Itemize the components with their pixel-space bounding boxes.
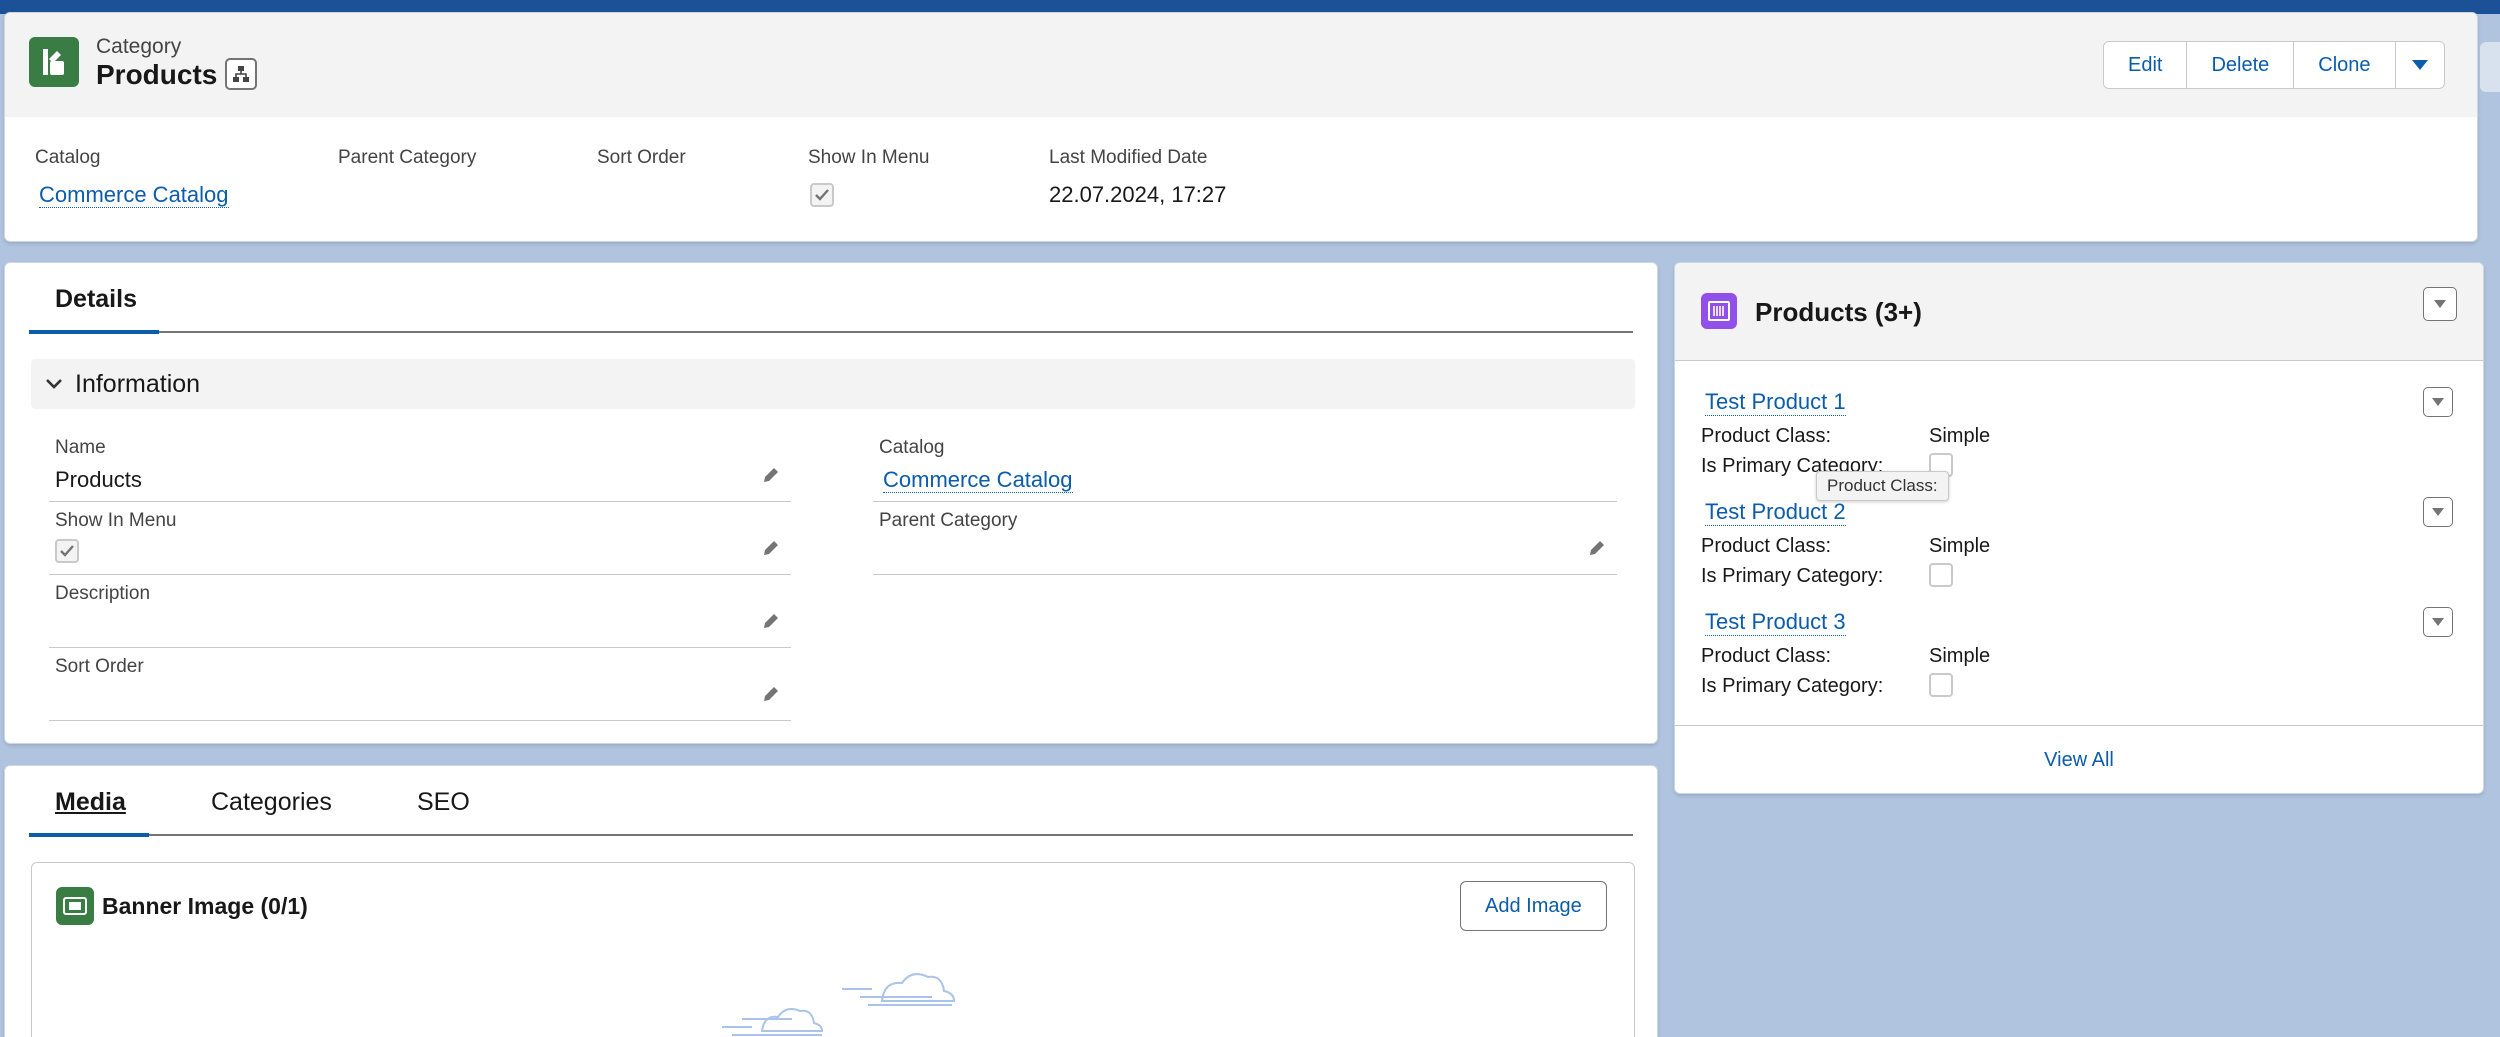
field-label: Description [55,583,151,604]
field-label: Name [55,437,106,458]
product-link[interactable]: Test Product 3 [1705,609,1846,636]
catalog-link[interactable]: Commerce Catalog [39,182,229,208]
show-in-menu-checkbox [810,183,834,207]
header-field-show-in-menu: Show In Menu [808,147,929,208]
product-class-label: Product Class: [1701,645,1832,667]
row-menu-button[interactable] [2423,607,2453,637]
tab-categories[interactable]: Categories [211,788,332,817]
related-title: Products (3+) [1755,297,1922,327]
header-field-label: Show In Menu [808,147,930,168]
list-item: Test Product 2 Product Class: Simple Is … [1701,491,2461,599]
chevron-down-icon [2432,508,2444,516]
field-value: Products [55,467,142,492]
tab-media[interactable]: Media [55,788,126,817]
product-icon [1701,293,1737,329]
list-item: Test Product 1 Product Class: Simple Is … [1701,381,2461,489]
tab-seo[interactable]: SEO [417,788,470,817]
record-header: Category Products Edit Delete Clone Cata… [4,12,2478,242]
utility-edge-icon[interactable] [2480,42,2500,92]
row-menu-button[interactable] [2423,497,2453,527]
field-label: Parent Category [879,510,1018,531]
view-all-link[interactable]: View All [2044,749,2114,772]
section-information[interactable]: Information [31,359,1635,409]
field-show-in-menu: Show In Menu [49,502,791,575]
row-menu-button[interactable] [2423,387,2453,417]
chevron-down-icon [2411,59,2429,71]
hierarchy-icon[interactable] [225,58,257,90]
pencil-icon[interactable] [759,536,783,560]
pencil-icon[interactable] [759,463,783,487]
category-icon [29,37,79,87]
tab-details[interactable]: Details [55,285,137,314]
pencil-icon[interactable] [1585,536,1609,560]
product-link[interactable]: Test Product 1 [1705,389,1846,416]
related-footer: View All [1675,725,2483,793]
header-field-label: Catalog [35,147,101,168]
header-field-label: Sort Order [597,147,686,168]
field-catalog: Catalog Commerce Catalog [873,429,1617,502]
delete-button[interactable]: Delete [2187,42,2295,88]
product-class-label: Product Class: [1701,535,1832,557]
field-label: Sort Order [55,656,144,677]
header-field-label: Parent Category [338,147,477,168]
field-description: Description [49,575,791,648]
header-field-parent-category: Parent Category [338,147,476,182]
header-field-sort-order: Sort Order [597,147,686,182]
pencil-icon[interactable] [759,609,783,633]
list-item: Test Product 3 Product Class: Simple Is … [1701,601,2461,709]
checkmark-icon [60,545,74,557]
banner-image-panel: Banner Image (0/1) Add Image [31,862,1635,1037]
chevron-down-icon [2432,618,2444,626]
chevron-down-icon [2432,398,2444,406]
details-tabbar: Details [29,263,1633,334]
primary-category-checkbox [1929,563,1953,587]
product-class-value: Simple [1929,645,1991,667]
active-tab-indicator [29,330,159,334]
active-tab-indicator [29,833,149,837]
pencil-icon[interactable] [759,682,783,706]
primary-category-label: Is Primary Category: [1701,675,1884,697]
field-sort-order: Sort Order [49,648,791,721]
related-header: Products (3+) [1675,263,2483,361]
checkmark-icon [815,189,829,201]
add-image-button[interactable]: Add Image [1460,881,1607,931]
chevron-down-icon [45,378,63,390]
page-title: Products [96,59,218,90]
last-modified-value: 22.07.2024, 17:27 [1049,182,1227,207]
clouds-illustration [722,973,956,1036]
section-title: Information [75,369,201,398]
chevron-down-icon [2434,300,2446,308]
show-in-menu-checkbox [55,539,79,563]
related-products-card: Products (3+) Test Product 1 Product Cla… [1674,262,2484,794]
product-class-value: Simple [1929,535,1991,557]
lower-tabbar: Media Categories SEO [29,766,1633,837]
field-name: Name Products [49,429,791,502]
header-field-last-modified: Last Modified Date 22.07.2024, 17:27 [1049,147,1226,208]
clone-button[interactable]: Clone [2294,42,2396,88]
product-link[interactable]: Test Product 2 [1705,499,1846,526]
edit-button[interactable]: Edit [2104,42,2188,88]
field-label: Catalog [879,437,945,458]
primary-category-label: Is Primary Category: [1701,565,1884,587]
related-menu-button[interactable] [2423,287,2457,321]
record-object-kind: Category [96,35,182,58]
media-tabs-card: Media Categories SEO Banner Image (0/1) … [4,765,1658,1037]
product-class-value: Simple [1929,425,1991,447]
field-label: Show In Menu [55,510,177,531]
more-actions-button[interactable] [2395,42,2444,88]
primary-category-checkbox [1929,673,1953,697]
record-actions: Edit Delete Clone [2103,41,2445,89]
record-header-top: Category Products Edit Delete Clone [5,13,2477,117]
tooltip: Product Class: [1816,471,1949,501]
header-field-label: Last Modified Date [1049,147,1208,168]
image-icon [56,887,94,925]
field-parent-category: Parent Category [873,502,1617,575]
header-field-catalog: Catalog Commerce Catalog [35,147,229,208]
banner-image-title: Banner Image (0/1) [102,893,308,919]
details-card: Details Information Name Products Catalo… [4,262,1658,744]
product-class-label: Product Class: [1701,425,1832,447]
catalog-link[interactable]: Commerce Catalog [883,467,1073,493]
